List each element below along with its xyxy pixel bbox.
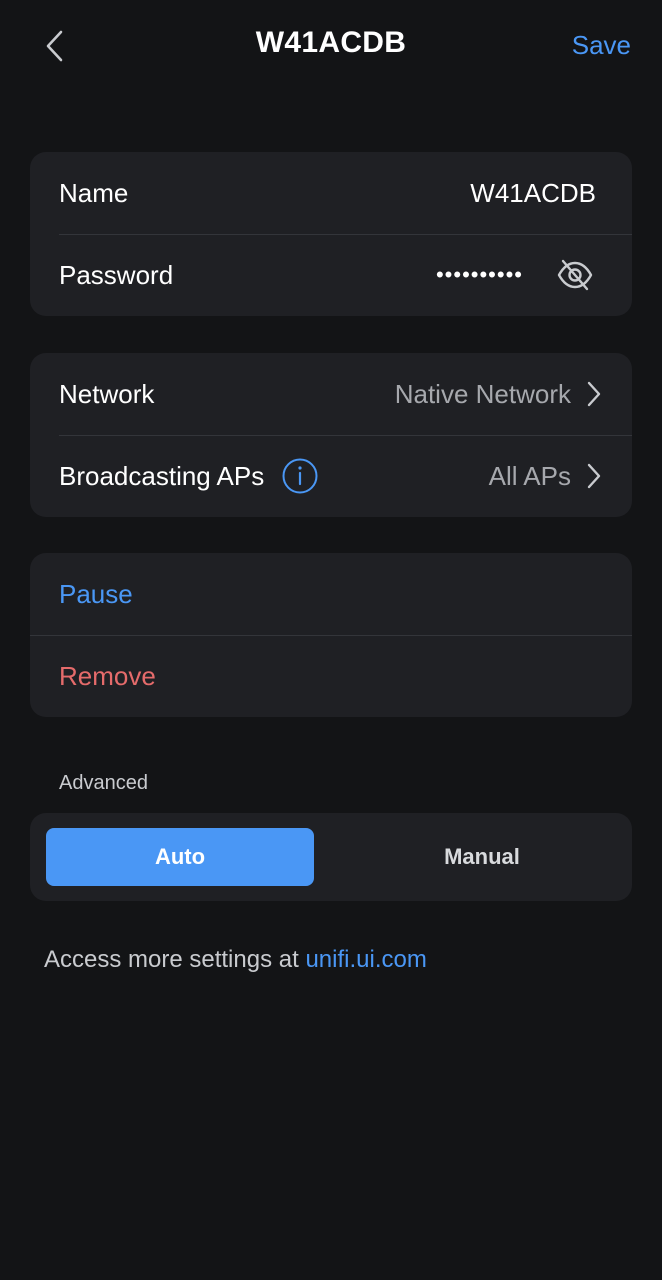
footer-note: Access more settings at unifi.ui.com xyxy=(44,946,427,974)
password-label: Password xyxy=(59,259,174,290)
info-icon[interactable] xyxy=(282,458,318,494)
wifi-settings-screen: W41ACDB Save Name W41ACDB Password •••••… xyxy=(0,0,662,1280)
network-label: Network xyxy=(59,378,155,409)
network-value: Native Network xyxy=(394,378,571,409)
name-value: W41ACDB xyxy=(470,177,596,208)
credentials-card: Name W41ACDB Password •••••••••• xyxy=(30,152,632,316)
password-row[interactable]: Password •••••••••• xyxy=(30,234,632,316)
save-button[interactable]: Save xyxy=(572,30,631,61)
network-row[interactable]: Network Native Network xyxy=(30,353,632,435)
advanced-section-label: Advanced xyxy=(59,772,148,794)
chevron-right-icon xyxy=(585,380,603,408)
password-value: •••••••••• xyxy=(435,262,523,287)
page-title: W41ACDB xyxy=(255,26,407,59)
broadcasting-aps-row[interactable]: Broadcasting APs All APs xyxy=(30,435,632,517)
eye-off-icon[interactable] xyxy=(555,255,595,295)
name-row[interactable]: Name W41ACDB xyxy=(30,152,632,234)
remove-button[interactable]: Remove xyxy=(59,661,156,692)
chevron-right-icon xyxy=(585,462,603,490)
footer-text: Access more settings at xyxy=(44,946,306,973)
auto-option[interactable]: Auto xyxy=(46,828,314,886)
pause-button[interactable]: Pause xyxy=(59,579,133,610)
unifi-link[interactable]: unifi.ui.com xyxy=(305,946,426,973)
pause-row[interactable]: Pause xyxy=(30,553,632,635)
name-label: Name xyxy=(59,177,129,208)
actions-card: Pause Remove xyxy=(30,553,632,717)
network-card: Network Native Network Broadcasting APs … xyxy=(30,353,632,517)
broadcasting-aps-label: Broadcasting APs xyxy=(59,460,265,491)
advanced-mode-toggle: Auto Manual xyxy=(30,813,632,901)
top-bar: W41ACDB Save xyxy=(0,0,662,92)
manual-option[interactable]: Manual xyxy=(332,828,632,886)
broadcasting-aps-value: All APs xyxy=(488,460,571,491)
remove-row[interactable]: Remove xyxy=(30,635,632,717)
